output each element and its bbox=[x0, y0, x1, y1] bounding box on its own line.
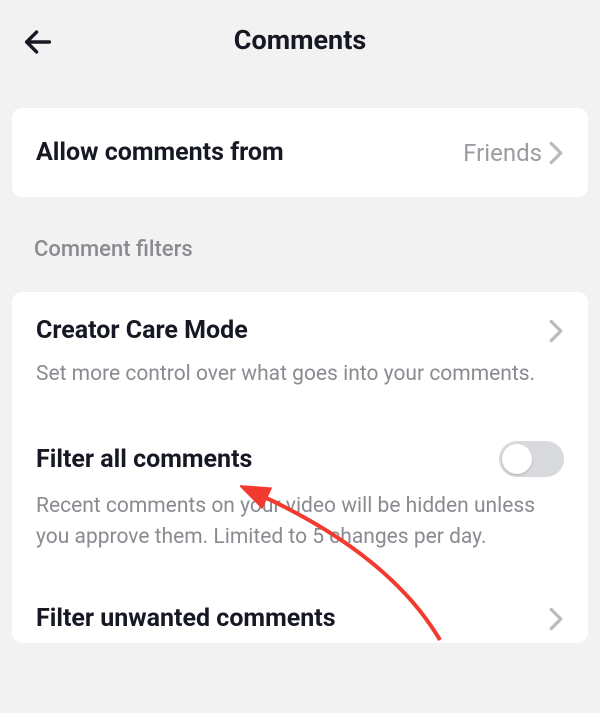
back-button[interactable] bbox=[18, 22, 58, 62]
allow-comments-row[interactable]: Allow comments from Friends bbox=[12, 108, 588, 197]
creator-care-mode-row[interactable]: Creator Care Mode Set more control over … bbox=[12, 292, 588, 411]
filter-all-comments-title: Filter all comments bbox=[36, 445, 252, 474]
chevron-right-icon bbox=[548, 318, 564, 344]
comment-filters-card: Creator Care Mode Set more control over … bbox=[12, 292, 588, 643]
filter-all-comments-row: Filter all comments Recent comments on y… bbox=[12, 411, 588, 574]
toggle-knob bbox=[502, 444, 532, 474]
allow-comments-value-wrap: Friends bbox=[463, 139, 564, 167]
chevron-right-icon bbox=[548, 606, 564, 632]
chevron-right-icon bbox=[548, 140, 564, 166]
filter-unwanted-comments-row[interactable]: Filter unwanted comments bbox=[12, 574, 588, 643]
filter-all-comments-toggle[interactable] bbox=[499, 441, 564, 477]
filter-unwanted-comments-title: Filter unwanted comments bbox=[36, 604, 336, 633]
section-comment-filters: Comment filters bbox=[0, 197, 600, 272]
filter-all-comments-desc: Recent comments on your video will be hi… bbox=[36, 491, 564, 552]
header: Comments bbox=[0, 0, 600, 80]
back-arrow-icon bbox=[21, 25, 55, 59]
page-title: Comments bbox=[0, 24, 600, 56]
creator-care-mode-desc: Set more control over what goes into you… bbox=[36, 359, 564, 389]
allow-comments-value: Friends bbox=[463, 139, 542, 167]
allow-comments-label: Allow comments from bbox=[36, 138, 284, 167]
creator-care-mode-title: Creator Care Mode bbox=[36, 316, 248, 345]
allow-comments-card: Allow comments from Friends bbox=[12, 108, 588, 197]
